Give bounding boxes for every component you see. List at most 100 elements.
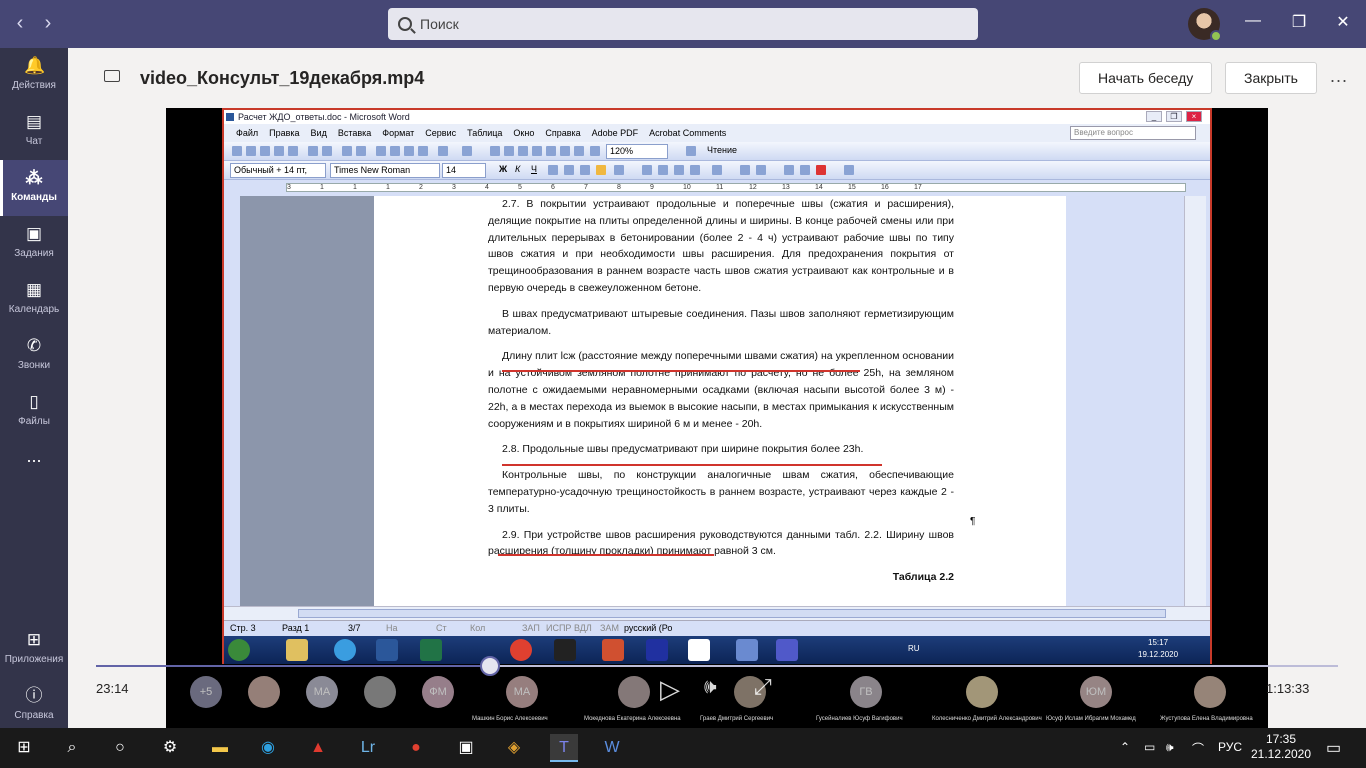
system-clock[interactable]: 17:35 21.12.2020: [1250, 732, 1312, 762]
more-options-icon[interactable]: ...: [1330, 66, 1348, 87]
tables-borders-icon[interactable]: [504, 146, 514, 156]
word-close-icon[interactable]: ×: [1186, 111, 1202, 122]
word-minimize-icon[interactable]: _: [1146, 111, 1162, 122]
sidebar-item-help[interactable]: ⓘ Справка: [0, 678, 68, 734]
sidebar-item-calls[interactable]: ✆ Звонки: [0, 328, 68, 384]
sidebar-item-activity[interactable]: 🔔 Действия: [0, 48, 68, 104]
sidebar-item-teams[interactable]: ⁂ Команды: [0, 160, 68, 216]
save-icon[interactable]: [260, 146, 270, 156]
insert-excel-icon[interactable]: [532, 146, 542, 156]
print-icon[interactable]: [308, 146, 318, 156]
status-trk[interactable]: ИСПР: [546, 623, 571, 633]
read-button[interactable]: Чтение: [704, 144, 770, 159]
sidebar-item-files[interactable]: ▯ Файлы: [0, 384, 68, 440]
justify-icon[interactable]: [596, 165, 606, 175]
email-icon[interactable]: [288, 146, 298, 156]
network-icon[interactable]: ⌒: [1192, 740, 1204, 757]
decrease-indent-icon[interactable]: [674, 165, 684, 175]
media-icon[interactable]: ▣: [452, 734, 480, 762]
avatar[interactable]: [1188, 8, 1222, 42]
menu-format[interactable]: Формат: [382, 128, 414, 138]
highlight-icon[interactable]: [740, 165, 750, 175]
numbering-icon[interactable]: [642, 165, 652, 175]
edge-icon[interactable]: ◉: [254, 734, 282, 762]
vertical-scrollbar[interactable]: [1184, 196, 1206, 606]
game-icon[interactable]: ◈: [500, 734, 528, 762]
align-center-icon[interactable]: [564, 165, 574, 175]
zoom-select[interactable]: 120%: [606, 144, 668, 159]
horizontal-scrollbar[interactable]: [224, 606, 1210, 620]
language-indicator[interactable]: РУС: [1218, 740, 1242, 754]
open-icon[interactable]: [246, 146, 256, 156]
menu-window[interactable]: Окно: [513, 128, 534, 138]
battery-icon[interactable]: ▭: [1144, 740, 1155, 754]
menu-acrobat-comments[interactable]: Acrobat Comments: [649, 128, 726, 138]
research-icon[interactable]: [356, 146, 366, 156]
chrome-icon[interactable]: ●: [402, 734, 430, 762]
copy-icon[interactable]: [390, 146, 400, 156]
chevron-up-icon[interactable]: ⌃: [1120, 740, 1130, 754]
italic-icon[interactable]: К: [512, 163, 524, 178]
cut-icon[interactable]: [376, 146, 386, 156]
align-right-icon[interactable]: [580, 165, 590, 175]
sidebar-item-assignments[interactable]: ▣ Задания: [0, 216, 68, 272]
help-icon[interactable]: [686, 146, 696, 156]
status-rec[interactable]: ЗАП: [522, 623, 540, 633]
sidebar-item-chat[interactable]: ▤ Чат: [0, 104, 68, 160]
phonetic-icon[interactable]: [800, 165, 810, 175]
word-restore-icon[interactable]: ❐: [1166, 111, 1182, 122]
minimize-icon[interactable]: —: [1238, 12, 1268, 30]
redo-icon[interactable]: [462, 146, 472, 156]
pilcrow-icon[interactable]: [590, 146, 600, 156]
search-icon[interactable]: ⌕: [58, 734, 86, 762]
windows-start-icon[interactable]: ⊞: [10, 734, 38, 762]
font-select[interactable]: Times New Roman: [330, 163, 440, 178]
bullets-icon[interactable]: [658, 165, 668, 175]
document-page[interactable]: 2.7. В покрытии устраивают продольные и …: [374, 196, 1066, 606]
more-apps-icon[interactable]: ...: [0, 446, 68, 502]
sidebar-item-apps[interactable]: ⊞ Приложения: [0, 622, 68, 678]
ask-question-input[interactable]: Введите вопрос: [1070, 126, 1196, 140]
increase-indent-icon[interactable]: [690, 165, 700, 175]
video-frame[interactable]: Расчет ЖДО_ответы.doc - Microsoft Word _…: [166, 108, 1268, 728]
notifications-icon[interactable]: ▭: [1326, 738, 1341, 758]
file-explorer-icon[interactable]: ▬: [206, 734, 234, 762]
volume-icon[interactable]: 🕪: [704, 676, 717, 699]
align-left-icon[interactable]: [548, 165, 558, 175]
acrobat-icon[interactable]: ▲: [304, 734, 332, 762]
settings-icon[interactable]: ⚙: [156, 734, 184, 762]
horizontal-ruler[interactable]: 3 1 1 1 2 3 4 5 6 7 8 9 10 11 12 13 14 15 16 17: [224, 180, 1210, 196]
drawing-icon[interactable]: [560, 146, 570, 156]
paste-icon[interactable]: [404, 146, 414, 156]
preview-icon[interactable]: [322, 146, 332, 156]
cortana-icon[interactable]: ○: [106, 734, 134, 762]
search-input[interactable]: Поиск: [388, 8, 978, 40]
close-button[interactable]: Закрыть: [1225, 62, 1317, 94]
forward-button[interactable]: ›: [36, 12, 60, 36]
volume-icon[interactable]: 🕪: [1166, 740, 1174, 755]
menu-tools[interactable]: Сервис: [425, 128, 456, 138]
font-color-a-icon[interactable]: [816, 165, 826, 175]
font-size-select[interactable]: 14: [442, 163, 486, 178]
scroll-thumb[interactable]: [298, 609, 1166, 618]
line-spacing-icon[interactable]: [614, 165, 624, 175]
menu-edit[interactable]: Правка: [269, 128, 299, 138]
insert-table-icon[interactable]: [518, 146, 528, 156]
menu-table[interactable]: Таблица: [467, 128, 502, 138]
doc-map-icon[interactable]: [574, 146, 584, 156]
status-ovr[interactable]: ЗАМ: [600, 623, 619, 633]
pilcrow-icon[interactable]: [784, 165, 794, 175]
word-icon[interactable]: W: [598, 734, 626, 762]
menu-adobe-pdf[interactable]: Adobe PDF: [592, 128, 639, 138]
play-icon[interactable]: ▷: [660, 674, 680, 705]
start-chat-button[interactable]: Начать беседу: [1079, 62, 1213, 94]
format-painter-icon[interactable]: [418, 146, 428, 156]
close-icon[interactable]: ✕: [1328, 12, 1358, 32]
style-select[interactable]: Обычный + 14 пт,: [230, 163, 326, 178]
undo-icon[interactable]: [438, 146, 448, 156]
columns-icon[interactable]: [546, 146, 556, 156]
teams-icon[interactable]: T: [550, 734, 578, 762]
menu-view[interactable]: Вид: [311, 128, 327, 138]
hyperlink-icon[interactable]: [490, 146, 500, 156]
new-doc-icon[interactable]: [232, 146, 242, 156]
